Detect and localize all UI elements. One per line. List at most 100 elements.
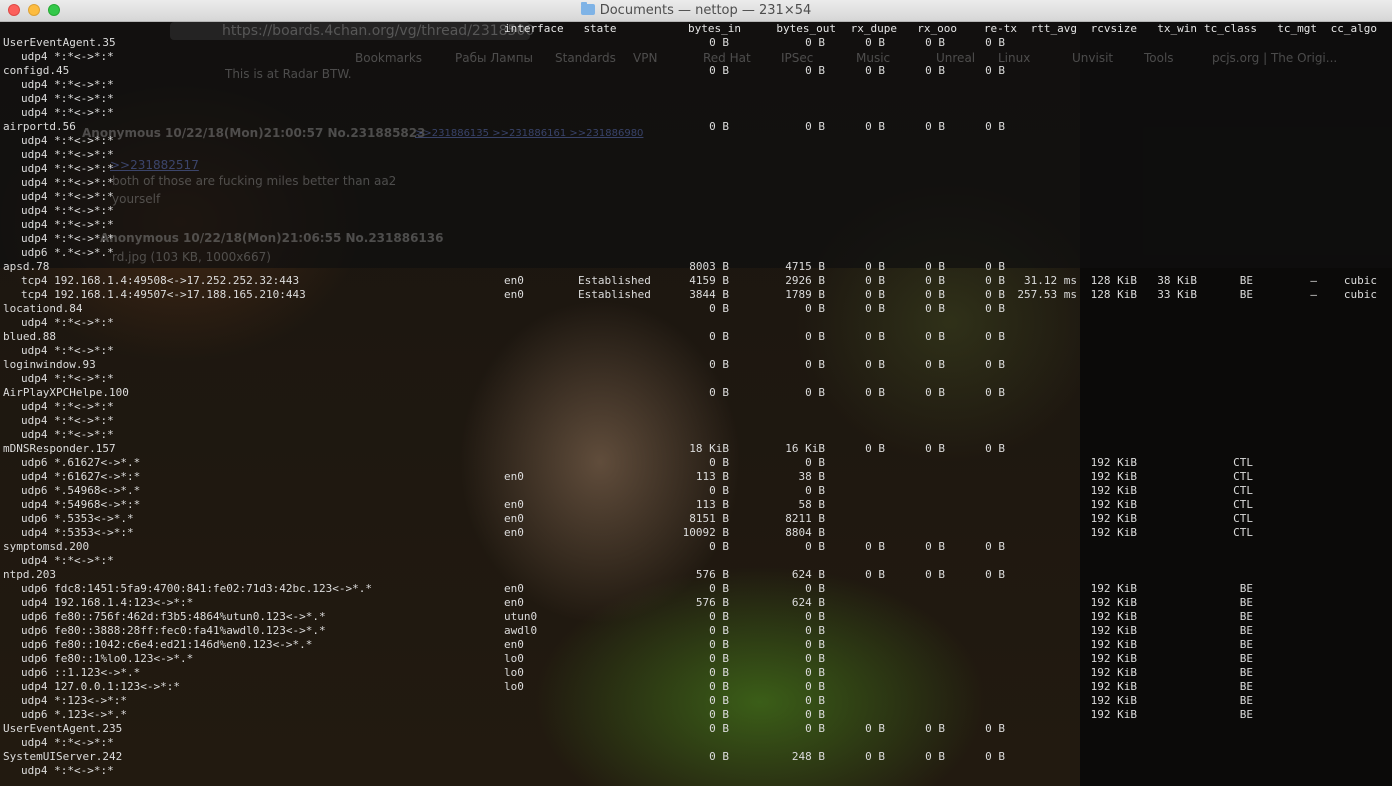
window-title-wrap: Documents — nettop — 231×54	[0, 2, 1392, 18]
title-bar[interactable]: Documents — nettop — 231×54	[0, 0, 1392, 22]
cell-bytes-in: 18 KiB	[689, 442, 729, 455]
cell-bytes-out: 8804 B	[785, 526, 825, 539]
connection-row: udp4 *:*<->*:*	[0, 232, 1392, 246]
connection-row: udp4 *:*<->*:*	[0, 106, 1392, 120]
cell-bytes-out: 0 B	[805, 358, 825, 371]
cell-interface: lo0	[504, 652, 524, 665]
cell-rcvsize: 192 KiB	[1090, 652, 1137, 665]
cell-tc-class: CTL	[1233, 498, 1253, 511]
cell-cc-algo: cubic	[1343, 288, 1377, 301]
cell-rcvsize: 192 KiB	[1090, 456, 1137, 469]
cell-interface: en0	[504, 638, 524, 651]
cell-rx-ooo: 0 B	[925, 540, 945, 553]
cell-bytes-in: 10092 B	[682, 526, 729, 539]
cell-bytes-in: 8151 B	[689, 512, 729, 525]
connection-name: udp4 *:*<->*:*	[21, 344, 114, 357]
col-interface: interface	[504, 22, 564, 35]
cell-rx-dupe: 0 B	[865, 288, 885, 301]
connection-row: udp6 *.61627<->*.* 0 B 0 B 192 KiB CTL	[0, 456, 1392, 470]
connection-row: udp6 *.123<->*.* 0 B 0 B 192 KiB BE	[0, 708, 1392, 722]
cell-rx-ooo: 0 B	[925, 442, 945, 455]
process-row: airportd.56 0 B 0 B 0 B 0 B 0 B	[0, 120, 1392, 134]
process-name: symptomsd.200	[3, 540, 90, 553]
process-row: mDNSResponder.157 18 KiB 16 KiB 0 B 0 B 0 B	[0, 442, 1392, 456]
connection-name: udp4 *:*<->*:*	[21, 764, 114, 777]
col-re-tx: re-tx	[983, 22, 1017, 35]
cell-rcvsize: 192 KiB	[1090, 484, 1137, 497]
process-name: mDNSResponder.157	[3, 442, 116, 455]
cell-rx-dupe: 0 B	[865, 442, 885, 455]
cell-rcvsize: 192 KiB	[1090, 526, 1137, 539]
connection-row: udp4 *:*<->*:*	[0, 400, 1392, 414]
process-row: apsd.78 8003 B 4715 B 0 B 0 B 0 B	[0, 260, 1392, 274]
cell-rx-dupe: 0 B	[865, 260, 885, 273]
connection-name: udp4 *:*<->*:*	[21, 78, 114, 91]
cell-rx-dupe: 0 B	[865, 386, 885, 399]
process-name: locationd.84	[3, 302, 83, 315]
connection-name: udp4 *:54968<->*:*	[21, 498, 141, 511]
cell-rx-dupe: 0 B	[865, 750, 885, 763]
connection-name: udp4 *:*<->*:*	[21, 218, 114, 231]
connection-row: udp6 fe80::756f:462d:f3b5:4864%utun0.123…	[0, 610, 1392, 624]
cell-bytes-out: 4715 B	[785, 260, 825, 273]
connection-name: udp6 fe80::3888:28ff:fec0:fa41%awdl0.123…	[21, 624, 326, 637]
terminal-window: Documents — nettop — 231×54 https://boar…	[0, 0, 1392, 786]
cell-bytes-in: 8003 B	[689, 260, 729, 273]
cell-tc-mgt: –	[1310, 288, 1317, 301]
connection-row: udp6 *.54968<->*.* 0 B 0 B 192 KiB CTL	[0, 484, 1392, 498]
connection-name: udp4 *:*<->*:*	[21, 204, 114, 217]
connection-name: udp4 *:*<->*:*	[21, 372, 114, 385]
cell-rtt-avg: 257.53 ms	[1017, 288, 1077, 301]
cell-bytes-in: 0 B	[709, 120, 729, 133]
cell-bytes-in: 0 B	[709, 610, 729, 623]
connection-name: udp6 *.123<->*.*	[21, 708, 127, 721]
cell-tc-class: CTL	[1233, 512, 1253, 525]
cell-re-tx: 0 B	[985, 288, 1005, 301]
col-tc-class: tc_class	[1204, 22, 1257, 35]
process-row: AirPlayXPCHelpe.100 0 B 0 B 0 B 0 B 0 B	[0, 386, 1392, 400]
connection-name: udp4 *:*<->*:*	[21, 50, 114, 63]
cell-rx-ooo: 0 B	[925, 120, 945, 133]
cell-bytes-out: 624 B	[791, 568, 825, 581]
cell-bytes-out: 0 B	[805, 722, 825, 735]
cell-bytes-in: 0 B	[709, 358, 729, 371]
cell-rcvsize: 192 KiB	[1090, 694, 1137, 707]
cell-bytes-out: 0 B	[805, 694, 825, 707]
cell-re-tx: 0 B	[985, 36, 1005, 49]
connection-row: udp4 *:*<->*:*	[0, 92, 1392, 106]
cell-tc-class: CTL	[1233, 484, 1253, 497]
cell-bytes-in: 0 B	[709, 582, 729, 595]
cell-tc-class: CTL	[1233, 526, 1253, 539]
cell-bytes-in: 0 B	[709, 750, 729, 763]
terminal-content[interactable]: https://boards.4chan.org/vg/thread/23185…	[0, 22, 1392, 786]
cell-rx-dupe: 0 B	[865, 64, 885, 77]
cell-tc-class: BE	[1239, 652, 1253, 665]
cell-bytes-in: 113 B	[695, 470, 729, 483]
cell-tx-win: 38 KiB	[1157, 274, 1197, 287]
cell-rx-ooo: 0 B	[925, 358, 945, 371]
cell-re-tx: 0 B	[985, 64, 1005, 77]
cell-rx-ooo: 0 B	[925, 288, 945, 301]
table-body: UserEventAgent.35 0 B 0 B 0 B 0 B 0 B udp4 *:*…	[0, 36, 1392, 778]
cell-rx-dupe: 0 B	[865, 36, 885, 49]
cell-rx-dupe: 0 B	[865, 120, 885, 133]
cell-tc-class: BE	[1239, 288, 1253, 301]
connection-row: udp4 *:*<->*:*	[0, 50, 1392, 64]
cell-bytes-out: 0 B	[805, 540, 825, 553]
cell-bytes-out: 0 B	[805, 708, 825, 721]
connection-row: udp4 *:5353<->*:* en0 10092 B 8804 B 192 KiB…	[0, 526, 1392, 540]
connection-row: udp4 *:61627<->*:* en0 113 B 38 B 192 KiB CTL	[0, 470, 1392, 484]
connection-name: udp4 *:*<->*:*	[21, 554, 114, 567]
connection-name: tcp4 192.168.1.4:49508<->17.252.252.32:4…	[21, 274, 300, 287]
cell-bytes-out: 0 B	[805, 624, 825, 637]
process-row: ntpd.203 576 B 624 B 0 B 0 B 0 B	[0, 568, 1392, 582]
connection-row: udp4 127.0.0.1:123<->*:* lo0 0 B 0 B 192 KiB…	[0, 680, 1392, 694]
cell-bytes-out: 0 B	[805, 330, 825, 343]
cell-rcvsize: 192 KiB	[1090, 708, 1137, 721]
process-row: configd.45 0 B 0 B 0 B 0 B 0 B	[0, 64, 1392, 78]
folder-icon	[580, 2, 595, 15]
connection-row: udp6 fdc8:1451:5fa9:4700:841:fe02:71d3:4…	[0, 582, 1392, 596]
cell-bytes-out: 0 B	[805, 456, 825, 469]
cell-bytes-out: 0 B	[805, 386, 825, 399]
cell-bytes-in: 0 B	[709, 680, 729, 693]
